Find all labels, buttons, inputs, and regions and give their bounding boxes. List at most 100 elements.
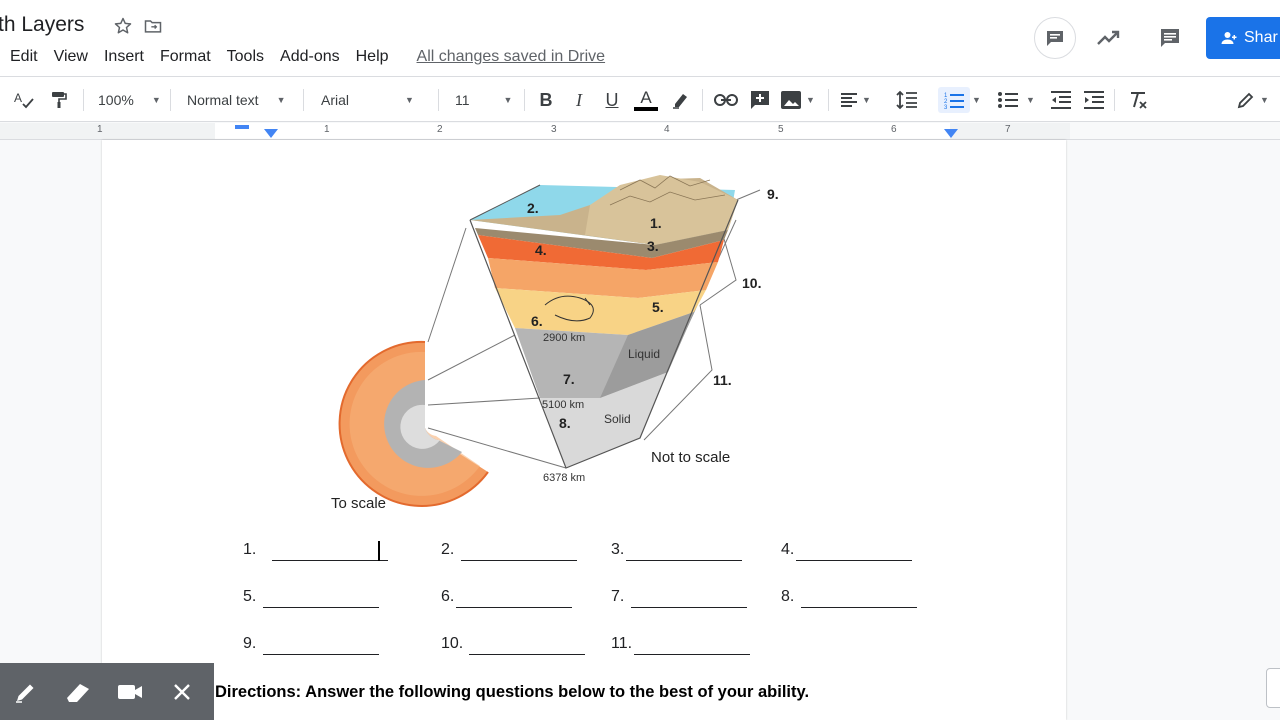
menu-tools[interactable]: Tools (227, 48, 264, 66)
clear-formatting-button[interactable] (1125, 87, 1151, 113)
numbered-list-button[interactable]: 123 (938, 87, 970, 113)
label-6: 6. (531, 313, 543, 329)
numbered-list-icon: 123 (944, 93, 964, 110)
answer-blank-1[interactable]: 1. (243, 541, 389, 561)
to-scale-label: To scale (331, 495, 386, 512)
ruler-label: 1 (97, 124, 103, 135)
answer-blank-8[interactable]: 8. (781, 588, 919, 608)
bulleted-list-options[interactable]: ▼ (1026, 87, 1040, 113)
menu-format[interactable]: Format (160, 48, 211, 66)
clear-formatting-icon (1131, 92, 1147, 109)
spellcheck-icon: A (14, 91, 34, 109)
comment-history-icon (1047, 31, 1063, 46)
label-8: 8. (559, 415, 571, 431)
activity-dashboard-button[interactable] (1094, 24, 1124, 52)
add-person-icon (1221, 32, 1237, 44)
earth-layers-diagram: 2. 1. 3. 4. 5. 6. 7. 8. 9. 10. 11. 2900 … (331, 175, 779, 512)
ruler-text-area (215, 123, 1070, 139)
star-icon[interactable] (112, 15, 134, 37)
chevron-down-icon: ▼ (405, 95, 414, 105)
bulleted-list-button[interactable] (995, 87, 1021, 113)
pen-button[interactable] (0, 663, 52, 720)
bulleted-list-icon (998, 92, 1018, 108)
label-7: 7. (563, 371, 575, 387)
menu-addons[interactable]: Add-ons (280, 48, 340, 66)
first-line-indent-marker[interactable] (235, 125, 249, 129)
horizontal-ruler: 1 1 2 3 4 5 6 7 (0, 122, 1280, 140)
right-indent-marker[interactable] (944, 129, 958, 138)
move-folder-icon[interactable] (142, 15, 164, 37)
link-icon (714, 94, 738, 106)
left-indent-marker[interactable] (264, 129, 278, 138)
menu-edit[interactable]: Edit (10, 48, 38, 66)
paint-roller-icon (52, 92, 67, 108)
insert-link-button[interactable] (713, 87, 739, 113)
paragraph-style-value: Normal text (187, 92, 259, 108)
spellcheck-button[interactable]: A (12, 87, 38, 113)
ruler-label: 3 (551, 124, 557, 135)
paint-format-button[interactable] (46, 87, 72, 113)
answer-blank-6[interactable]: 6. (441, 588, 575, 608)
answer-blank-3[interactable]: 3. (611, 541, 745, 561)
label-10: 10. (742, 275, 761, 291)
chevron-down-icon: ▼ (503, 95, 513, 105)
insert-comment-button[interactable] (747, 87, 773, 113)
decrease-indent-button[interactable] (1048, 87, 1074, 113)
bold-button[interactable]: B (533, 87, 559, 113)
pencil-icon (1237, 92, 1254, 109)
increase-indent-button[interactable] (1081, 87, 1107, 113)
numbered-list-options[interactable]: ▼ (972, 87, 986, 113)
answer-blank-10[interactable]: 10. (441, 635, 587, 655)
chevron-down-icon: ▼ (276, 95, 286, 105)
align-button[interactable]: ▼ (840, 87, 876, 113)
svg-text:A: A (14, 91, 22, 105)
answer-blank-9[interactable]: 9. (243, 635, 381, 655)
open-comments-button[interactable] (1156, 24, 1184, 52)
ruler-left-margin[interactable] (0, 123, 215, 139)
menu-help[interactable]: Help (356, 48, 389, 66)
answer-blank-11[interactable]: 11. (611, 635, 753, 655)
camera-button[interactable] (104, 663, 156, 720)
image-icon (781, 91, 801, 109)
ruler-label: 6 (891, 124, 897, 135)
answer-blank-2[interactable]: 2. (441, 541, 579, 561)
bold-icon: B (539, 89, 553, 110)
text-cursor (378, 541, 380, 561)
menu-view[interactable]: View (54, 48, 88, 66)
font-family-select[interactable]: Arial ▼ (321, 87, 427, 113)
video-camera-icon (118, 684, 142, 699)
increase-indent-icon (1084, 91, 1104, 109)
side-panel-toggle[interactable] (1266, 668, 1280, 708)
answer-blank-7[interactable]: 7. (611, 588, 749, 608)
font-size-value: 11 (455, 92, 470, 108)
eraser-button[interactable] (52, 663, 104, 720)
text-color-button[interactable]: A (633, 87, 659, 113)
solid-label: Solid (604, 412, 631, 426)
font-size-select[interactable]: 11 ▼ (455, 87, 515, 113)
comment-history-button[interactable] (1034, 17, 1076, 59)
font-family-value: Arial (321, 92, 350, 108)
highlight-color-button[interactable] (668, 87, 694, 113)
answer-blank-4[interactable]: 4. (781, 541, 915, 561)
document-title[interactable]: th Layers (0, 13, 84, 37)
menu-insert[interactable]: Insert (104, 48, 144, 66)
eraser-icon (67, 683, 89, 702)
label-9: 9. (767, 186, 779, 202)
directions-text: Directions: Answer the following questio… (215, 683, 810, 701)
insert-image-button[interactable]: ▼ (780, 87, 820, 113)
menu-bar: Edit View Insert Format Tools Add-ons He… (10, 48, 605, 66)
not-to-scale-label: Not to scale (651, 449, 730, 466)
italic-button[interactable]: I (566, 87, 592, 113)
underline-button[interactable]: U (599, 87, 625, 113)
save-status-link[interactable]: All changes saved in Drive (417, 48, 606, 66)
editing-mode-button[interactable]: ▼ (1236, 87, 1276, 113)
document-page[interactable]: 2. 1. 3. 4. 5. 6. 7. 8. 9. 10. 11. 2900 … (102, 140, 1066, 720)
share-button[interactable]: Shar (1206, 17, 1280, 59)
line-spacing-button[interactable] (894, 87, 920, 113)
underline-icon: U (605, 89, 619, 110)
label-4: 4. (535, 242, 547, 258)
close-annotation-button[interactable] (156, 663, 208, 720)
answer-blank-5[interactable]: 5. (243, 588, 381, 608)
paragraph-style-select[interactable]: Normal text ▼ (187, 87, 293, 113)
zoom-select[interactable]: 100% ▼ (98, 87, 161, 113)
